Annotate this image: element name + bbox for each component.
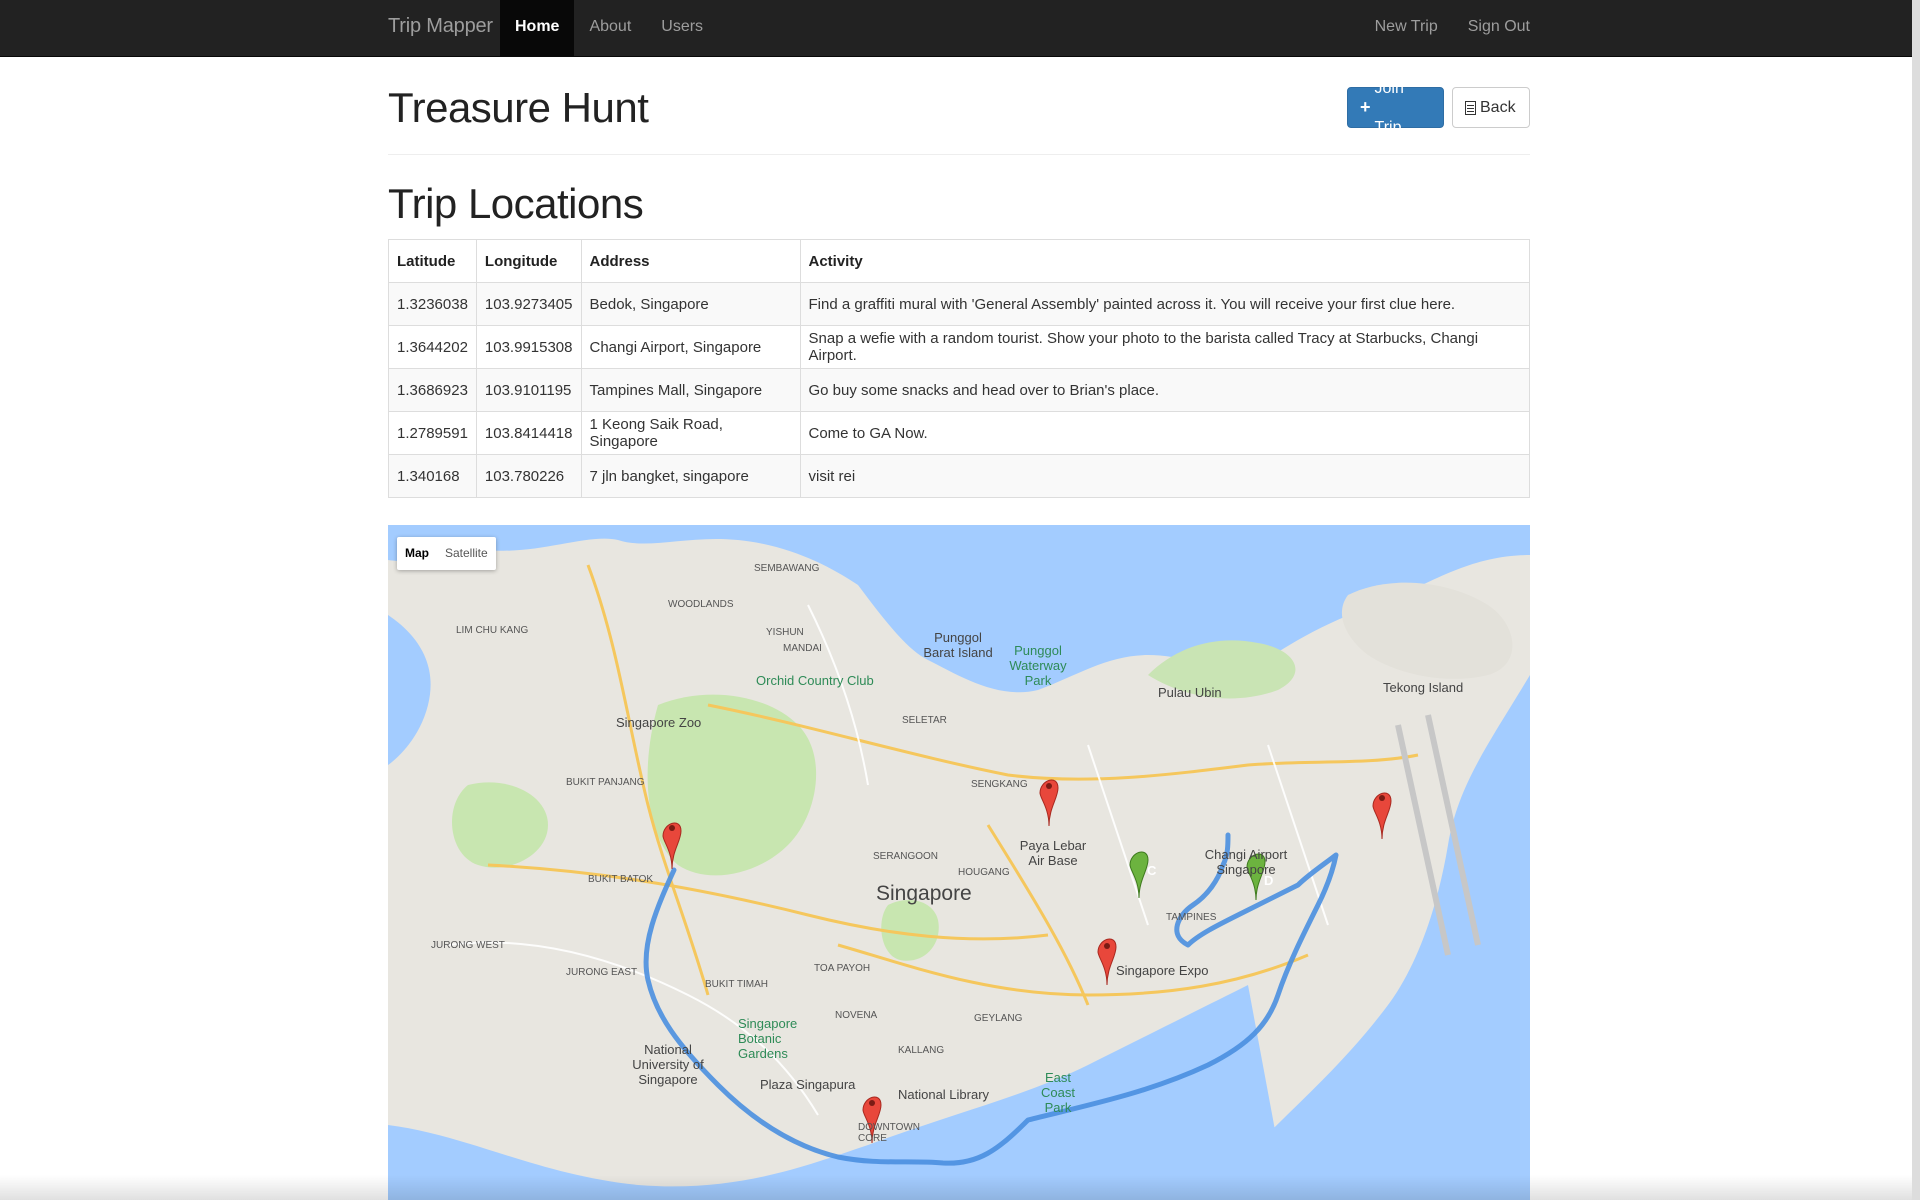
cell-latitude: 1.3686923 [388, 368, 477, 412]
label-expo: Singapore Expo [1116, 963, 1209, 978]
cell-latitude: 1.3236038 [388, 282, 477, 326]
label-orchid: Orchid Country Club [756, 673, 874, 688]
cell-latitude: 1.2789591 [388, 411, 477, 455]
brand-link[interactable]: Trip Mapper [388, 0, 493, 57]
col-latitude: Latitude [388, 239, 477, 283]
nav-users[interactable]: Users [646, 0, 718, 56]
label-nus: National University of Singapore [632, 1042, 704, 1087]
nav-about[interactable]: About [574, 0, 646, 56]
cell-latitude: 1.340168 [388, 454, 477, 498]
header-divider [388, 154, 1530, 155]
table-row: 1.3686923 103.9101195 Tampines Mall, Sin… [388, 368, 1530, 412]
cell-activity: visit rei [799, 454, 1530, 498]
label-woodlands: WOODLANDS [668, 599, 734, 610]
label-jurong-east: JURONG EAST [566, 967, 638, 978]
table-row: 1.340168 103.780226 7 jln bangket, singa… [388, 454, 1530, 498]
cell-address: 7 jln bangket, singapore [580, 454, 801, 498]
join-trip-button[interactable]: + Join Trip [1347, 80, 1444, 136]
table-row: 1.2789591 103.8414418 1 Keong Saik Road,… [388, 411, 1530, 455]
map-type-map[interactable]: Map [397, 537, 437, 570]
page-title: Treasure Hunt [388, 84, 649, 131]
back-button[interactable]: Back [1452, 87, 1530, 128]
trip-map[interactable]: Map Satellite C D Singapore Singapore Zo… [388, 525, 1530, 1200]
label-library: National Library [898, 1087, 990, 1102]
col-longitude: Longitude [475, 239, 582, 283]
label-sengkang: SENGKANG [971, 779, 1028, 790]
join-trip-label: Join Trip [1374, 79, 1404, 136]
label-serangoon: SERANGOON [873, 851, 939, 862]
col-activity: Activity [799, 239, 1530, 283]
label-lim-chu-kang: LIM CHU KANG [456, 625, 529, 636]
section-title: Trip Locations [388, 180, 644, 227]
locations-table: Latitude Longitude Address Activity 1.32… [388, 239, 1530, 498]
nav-home[interactable]: Home [500, 0, 575, 56]
label-geylang: GEYLANG [974, 1013, 1023, 1024]
cell-longitude: 103.9101195 [475, 368, 582, 412]
cell-activity: Go buy some snacks and head over to Bria… [799, 368, 1530, 412]
label-changi-airport: Changi Airport Singapore [1204, 847, 1288, 877]
label-botanic: Singapore Botanic Gardens [738, 1016, 798, 1061]
col-address: Address [580, 239, 801, 283]
label-toa-payoh: TOA PAYOH [814, 963, 871, 974]
map-type-control: Map Satellite [397, 537, 496, 570]
label-tampines: TAMPINES [1166, 912, 1217, 923]
label-punggol: Punggol Barat Island [923, 630, 993, 660]
nav-left: Home About Users [500, 0, 718, 56]
cell-address: 1 Keong Saik Road, Singapore [580, 411, 801, 455]
label-bukit-panjang: BUKIT PANJANG [566, 777, 645, 788]
label-downtown: DOWNTOWN CORE [858, 1122, 921, 1144]
label-tekong: Tekong Island [1383, 680, 1464, 695]
nav-new-trip[interactable]: New Trip [1345, 0, 1438, 56]
label-seletar: SELETAR [902, 715, 947, 726]
label-bukit-timah: BUKIT TIMAH [705, 979, 768, 990]
label-yishun: YISHUN [766, 627, 804, 638]
label-mandai: MANDAI [783, 643, 822, 654]
cell-activity: Come to GA Now. [799, 411, 1530, 455]
cell-longitude: 103.8414418 [475, 411, 582, 455]
label-plaza: Plaza Singapura [760, 1077, 856, 1092]
cell-address: Tampines Mall, Singapore [580, 368, 801, 412]
label-sembawang: SEMBAWANG [754, 563, 820, 574]
label-pulau-ubin: Pulau Ubin [1158, 685, 1222, 700]
plus-icon: + [1360, 97, 1371, 117]
cell-address: Changi Airport, Singapore [580, 325, 801, 369]
label-jurong-west: JURONG WEST [431, 940, 505, 951]
table-row: 1.3644202 103.9915308 Changi Airport, Si… [388, 325, 1530, 369]
table-row: 1.3236038 103.9273405 Bedok, Singapore F… [388, 282, 1530, 326]
table-header-row: Latitude Longitude Address Activity [388, 239, 1530, 283]
label-paya-lebar: Paya Lebar Air Base [1019, 838, 1087, 868]
label-singapore: Singapore [876, 882, 972, 905]
list-icon [1465, 100, 1476, 115]
navbar: Trip Mapper Home About Users New Trip Si… [0, 0, 1920, 57]
cell-activity: Snap a wefie with a random tourist. Show… [799, 325, 1530, 369]
label-kallang: KALLANG [898, 1045, 945, 1056]
label-punggol-park: Punggol Waterway Park [1009, 643, 1067, 688]
back-label: Back [1480, 99, 1516, 116]
cell-longitude: 103.9915308 [475, 325, 582, 369]
label-novena: NOVENA [835, 1010, 878, 1021]
cell-latitude: 1.3644202 [388, 325, 477, 369]
cell-activity: Find a graffiti mural with 'General Asse… [799, 282, 1530, 326]
label-hougang: HOUGANG [958, 867, 1010, 878]
marker-c-label: C [1147, 863, 1157, 878]
cell-longitude: 103.9273405 [475, 282, 582, 326]
nav-right: New Trip Sign Out [1345, 0, 1530, 56]
cell-address: Bedok, Singapore [580, 282, 801, 326]
map-type-satellite[interactable]: Satellite [437, 537, 496, 570]
cell-longitude: 103.780226 [475, 454, 582, 498]
nav-sign-out[interactable]: Sign Out [1438, 0, 1530, 56]
label-zoo: Singapore Zoo [616, 715, 702, 730]
label-east-coast: East Coast Park [1041, 1070, 1075, 1115]
scrollbar[interactable] [1912, 0, 1920, 1200]
navbar-inner: Trip Mapper Home About Users New Trip Si… [388, 0, 1530, 57]
label-bukit-batok: BUKIT BATOK [588, 874, 654, 885]
